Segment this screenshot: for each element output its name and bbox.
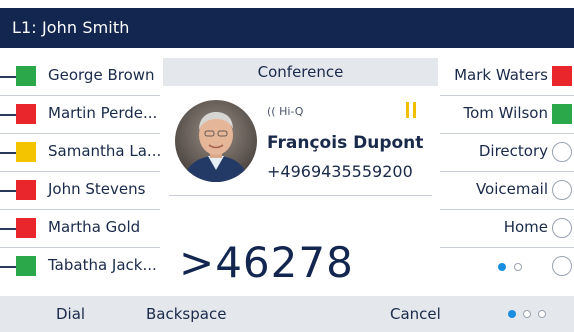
left-key-6[interactable]: Tabatha Jack...	[0, 248, 160, 286]
page-dot-icon	[538, 310, 546, 318]
right-key-directory[interactable]: Directory	[440, 134, 574, 172]
left-key-label: John Stevens	[48, 180, 146, 198]
presence-status-icon	[16, 142, 36, 162]
left-key-label: George Brown	[48, 66, 155, 84]
right-key-column: Mark Waters Tom Wilson Directory Voicema…	[440, 58, 574, 286]
presence-status-icon	[16, 104, 36, 124]
right-key-label: Mark Waters	[454, 66, 548, 84]
page-dot-icon	[523, 310, 531, 318]
caller-number: +4969435559200	[267, 162, 413, 181]
pause-icon	[405, 102, 417, 118]
cancel-softkey[interactable]: Cancel	[390, 305, 441, 323]
left-key-2[interactable]: Martin Perde...	[0, 96, 160, 134]
left-key-label: Martin Perde...	[48, 104, 158, 122]
key-circle-icon	[552, 218, 572, 238]
dialed-digits-display: >46278	[179, 238, 354, 287]
right-key-home[interactable]: Home	[440, 210, 574, 248]
left-key-5[interactable]: Martha Gold	[0, 210, 160, 248]
key-circle-icon	[552, 142, 572, 162]
page-dot-active-icon	[498, 263, 506, 271]
call-state-header: Conference	[163, 58, 438, 86]
dial-softkey[interactable]: Dial	[56, 305, 85, 323]
softkey-bar: Dial Backspace Cancel	[0, 296, 574, 332]
left-key-4[interactable]: John Stevens	[0, 172, 160, 210]
left-key-label: Tabatha Jack...	[48, 256, 157, 274]
hd-wave-icon: ((	[267, 105, 276, 118]
presence-status-icon	[552, 104, 572, 124]
key-circle-icon	[552, 256, 572, 276]
left-key-column: George Brown Martin Perde... Samantha La…	[0, 58, 162, 286]
right-key-page[interactable]	[440, 248, 574, 286]
page-dot-icon	[514, 263, 522, 271]
left-key-1[interactable]: George Brown	[0, 58, 160, 96]
call-panel: Conference ((Hi-Q François Dupont +4969…	[163, 58, 438, 296]
right-key-voicemail[interactable]: Voicemail	[440, 172, 574, 210]
left-key-3[interactable]: Samantha La...	[0, 134, 162, 172]
hd-audio-badge: (( Hi-Q	[267, 105, 304, 118]
phone-screen: L1: John Smith George Brown Martin Perde…	[0, 0, 574, 332]
presence-status-icon	[16, 256, 36, 276]
right-key-1[interactable]: Mark Waters	[440, 58, 574, 96]
right-key-2[interactable]: Tom Wilson	[440, 96, 574, 134]
right-key-label: Home	[503, 218, 548, 236]
contact-photo-icon	[175, 100, 257, 182]
left-key-label: Samantha La...	[48, 142, 162, 160]
softkey-page-indicator[interactable]	[508, 310, 552, 318]
caller-name: François Dupont	[267, 133, 424, 153]
presence-status-icon	[16, 180, 36, 200]
key-circle-icon	[552, 180, 572, 200]
presence-status-icon	[552, 66, 572, 86]
divider	[169, 195, 432, 196]
presence-status-icon	[16, 218, 36, 238]
presence-status-icon	[16, 66, 36, 86]
line-label: L1: John Smith	[12, 18, 130, 37]
backspace-softkey[interactable]: Backspace	[146, 305, 226, 323]
right-key-label: Tom Wilson	[463, 104, 548, 122]
right-key-label: Directory	[478, 142, 548, 160]
right-key-label: Voicemail	[475, 180, 548, 198]
left-key-label: Martha Gold	[48, 218, 141, 236]
right-page-indicator	[498, 263, 528, 271]
page-dot-active-icon	[508, 310, 516, 318]
title-bar: L1: John Smith	[0, 8, 574, 48]
